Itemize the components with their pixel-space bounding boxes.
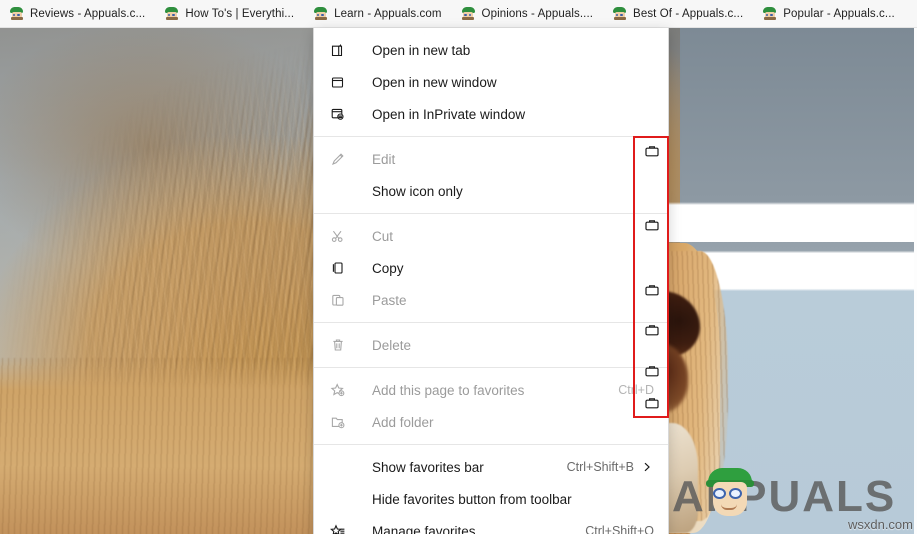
favorites-bar-item-1[interactable]: How To's | Everythi... <box>159 3 304 25</box>
favorites-bar-item-label: How To's | Everythi... <box>185 7 295 20</box>
appuals-favicon <box>461 7 475 20</box>
menu-separator <box>314 136 668 137</box>
menu-item-add-this-page-to-favorites: Add this page to favorites Ctrl+D <box>314 374 668 406</box>
appuals-favicon <box>314 7 328 20</box>
menu-item-label: Add this page to favorites <box>372 382 525 398</box>
menu-item-accelerator: Ctrl+Shift+B <box>566 460 634 474</box>
menu-item-show-favorites-bar[interactable]: Show favorites bar Ctrl+Shift+B <box>314 451 668 483</box>
copy-icon <box>330 260 352 276</box>
favorites-bar-item-label: Best Of - Appuals.c... <box>633 7 744 20</box>
menu-item-label: Add folder <box>372 414 434 430</box>
scissors-icon <box>330 228 352 244</box>
favorites-bar-item-3[interactable]: Opinions - Appuals.... <box>456 3 604 25</box>
folder-plus-icon <box>330 414 352 430</box>
menu-separator <box>314 444 668 445</box>
appuals-favicon <box>613 7 627 20</box>
menu-item-manage-favorites[interactable]: Manage favorites Ctrl+Shift+O <box>314 515 668 534</box>
menu-item-label: Show favorites bar <box>372 459 484 475</box>
menu-item-open-in-new-window[interactable]: Open in new window <box>314 66 668 98</box>
favorites-bar-item-0[interactable]: Reviews - Appuals.c... <box>4 3 155 25</box>
menu-item-label: Show icon only <box>372 183 463 199</box>
menu-item-label: Edit <box>372 151 396 167</box>
menu-item-label: Cut <box>372 228 394 244</box>
favorites-bar-item-label: Opinions - Appuals.... <box>481 7 594 20</box>
new-window-icon <box>330 74 352 90</box>
menu-item-label: Delete <box>372 337 412 353</box>
trash-icon <box>330 337 352 353</box>
menu-separator <box>314 322 668 323</box>
appuals-favicon <box>165 7 179 20</box>
page-white-band <box>668 202 917 242</box>
favorites-bar-item-4[interactable]: Best Of - Appuals.c... <box>607 3 753 25</box>
menu-item-hide-favorites-button-from-toolbar[interactable]: Hide favorites button from toolbar <box>314 483 668 515</box>
pencil-icon <box>330 151 352 167</box>
browser-screenshot: APPUALS wsxdn.com Reviews - Appuals.c...… <box>0 0 917 534</box>
menu-item-delete: Delete <box>314 329 668 361</box>
appuals-mascot-icon <box>706 468 754 520</box>
star-plus-icon <box>330 382 352 398</box>
menu-item-label: Manage favorites <box>372 523 476 534</box>
new-tab-icon <box>330 42 352 58</box>
menu-item-show-icon-only[interactable]: Show icon only <box>314 175 668 207</box>
menu-item-add-folder: Add folder <box>314 406 668 438</box>
favorites-bar: Reviews - Appuals.c... How To's | Everyt… <box>0 0 917 28</box>
menu-item-accelerator: Ctrl+D <box>618 383 654 397</box>
menu-item-label: Open in new tab <box>372 42 471 58</box>
menu-item-open-in-inprivate-window[interactable]: Open in InPrivate window <box>314 98 668 130</box>
inprivate-icon <box>330 106 352 122</box>
menu-item-label: Paste <box>372 292 407 308</box>
menu-item-label: Open in new window <box>372 74 497 90</box>
favorites-bar-item-label: Reviews - Appuals.c... <box>30 7 146 20</box>
favorites-bar-item-label: Popular - Appuals.c... <box>783 7 895 20</box>
favorites-bar-item-5[interactable]: Popular - Appuals.c... <box>757 3 905 25</box>
watermark: APPUALS <box>672 466 912 528</box>
favorites-bar-item-2[interactable]: Learn - Appuals.com <box>308 3 451 25</box>
star-list-icon <box>330 523 352 534</box>
menu-item-edit: Edit <box>314 143 668 175</box>
clipboard-icon <box>330 292 352 308</box>
appuals-favicon <box>763 7 777 20</box>
menu-item-label: Open in InPrivate window <box>372 106 526 122</box>
favorites-bar-item-label: Learn - Appuals.com <box>334 7 442 20</box>
menu-item-label: Copy <box>372 260 404 276</box>
menu-item-accelerator: Ctrl+Shift+O <box>585 524 654 534</box>
menu-item-paste: Paste <box>314 284 668 316</box>
appuals-favicon <box>10 7 23 20</box>
menu-item-cut: Cut <box>314 220 668 252</box>
menu-item-copy[interactable]: Copy <box>314 252 668 284</box>
menu-item-label: Hide favorites button from toolbar <box>372 491 572 507</box>
chevron-right-icon <box>634 461 654 473</box>
menu-item-open-in-new-tab[interactable]: Open in new tab <box>314 34 668 66</box>
menu-separator <box>314 213 668 214</box>
menu-separator <box>314 367 668 368</box>
favorites-context-menu: Open in new tab Open in new window Open … <box>313 28 669 534</box>
